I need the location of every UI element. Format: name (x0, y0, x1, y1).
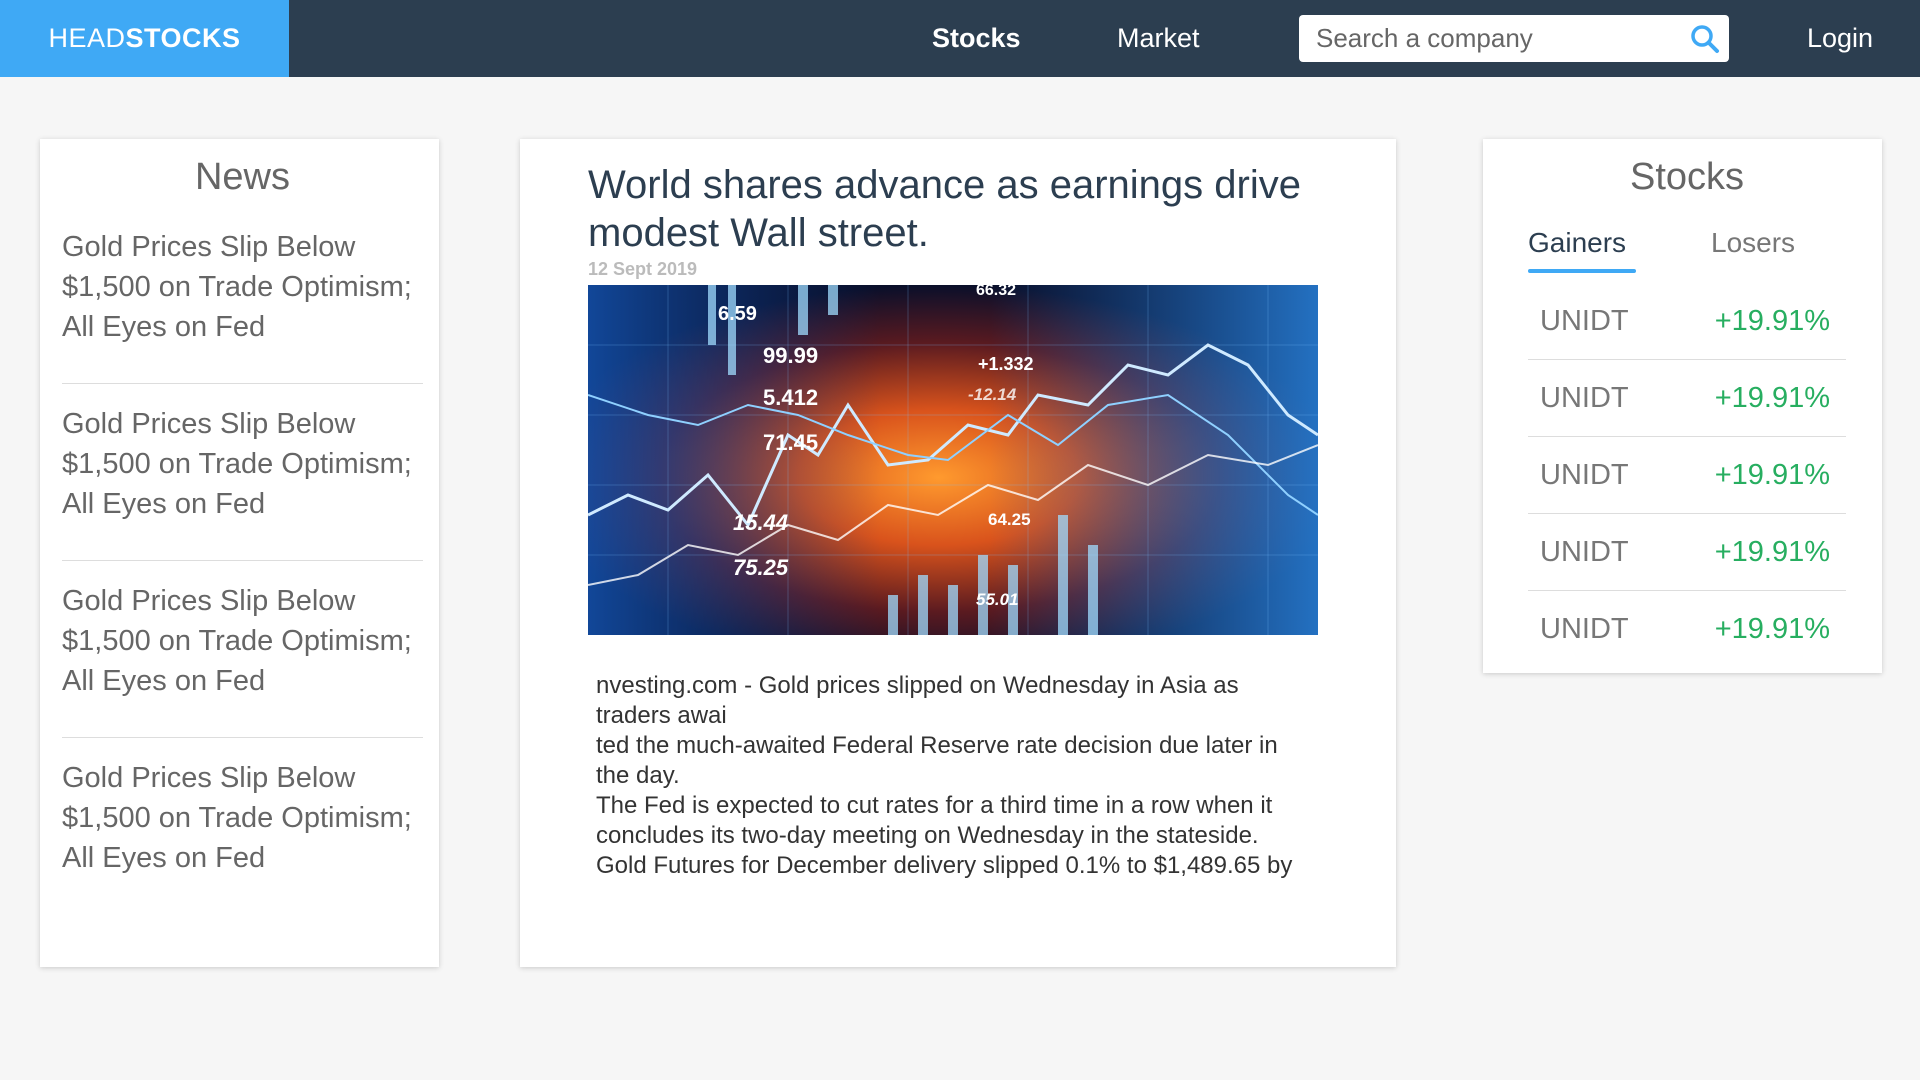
image-label: 15.44 (733, 510, 788, 535)
stock-symbol: UNIDT (1540, 535, 1629, 568)
search-icon[interactable] (1681, 15, 1729, 62)
stock-symbol: UNIDT (1540, 613, 1629, 645)
stock-symbol: UNIDT (1540, 458, 1629, 491)
stock-change: +19.91% (1714, 304, 1830, 337)
stock-symbol: UNIDT (1540, 304, 1629, 337)
stocks-panel-title: Stocks (1629, 156, 1745, 198)
logo-text-light: HEAD (48, 23, 126, 53)
tab-losers[interactable]: Losers (1711, 223, 1795, 273)
image-label: 55.01 (976, 590, 1019, 609)
stocks-panel: Stocks Gainers Losers UNIDT +19.91% UNID… (1483, 139, 1882, 673)
stock-row[interactable]: UNIDT +19.91% (1528, 514, 1846, 591)
image-label: 6.59 (718, 303, 757, 325)
article-date: 12 Sept 2019 (588, 259, 698, 279)
news-list: Gold Prices Slip Below $1,500 on Trade O… (62, 207, 423, 914)
tab-gainers[interactable]: Gainers (1528, 223, 1636, 273)
news-item[interactable]: Gold Prices Slip Below $1,500 on Trade O… (62, 561, 423, 738)
stock-row[interactable]: UNIDT +19.91% (1528, 360, 1846, 437)
image-label: 66.32 (976, 285, 1016, 299)
image-label: +1.332 (978, 354, 1034, 374)
stock-change: +19.91% (1714, 381, 1830, 414)
stock-list: UNIDT +19.91% UNIDT +19.91% UNIDT +19.91… (1528, 283, 1846, 668)
news-item[interactable]: Gold Prices Slip Below $1,500 on Trade O… (62, 738, 423, 914)
top-navbar: HEADSTOCKS Stocks Market Login (0, 0, 1920, 77)
article-image: 6.59 99.99 5.412 71.45 15.44 75.25 +1.33… (588, 285, 1318, 635)
logo-text-bold: STOCKS (125, 23, 241, 53)
search-input[interactable] (1299, 15, 1681, 62)
nav-market-link[interactable]: Market (1117, 0, 1200, 77)
login-link[interactable]: Login (1807, 0, 1873, 77)
image-label: -12.14 (968, 385, 1017, 404)
article-paragraph: The Fed is expected to cut rates for a t… (596, 792, 1273, 849)
news-item[interactable]: Gold Prices Slip Below $1,500 on Trade O… (62, 384, 423, 561)
article-paragraph: ted the much-awaited Federal Reserve rat… (596, 732, 1278, 789)
site-logo[interactable]: HEAD STOCKS (0, 0, 289, 77)
news-panel: News Gold Prices Slip Below $1,500 on Tr… (40, 139, 439, 967)
stock-change: +19.91% (1714, 613, 1830, 645)
stocks-tabs: Gainers Losers (1528, 223, 1846, 273)
news-panel-title: News (194, 156, 291, 198)
search-bar (1299, 15, 1729, 62)
image-label: 64.25 (988, 510, 1031, 529)
stock-change: +19.91% (1714, 535, 1830, 568)
stock-row[interactable]: UNIDT +19.91% (1528, 283, 1846, 360)
article-paragraph: nvesting.com - Gold prices slipped on We… (596, 672, 1239, 729)
article-panel: World shares advance as earnings drive m… (520, 139, 1396, 967)
stock-change: +19.91% (1714, 458, 1830, 491)
nav-stocks-link[interactable]: Stocks (932, 0, 1021, 77)
image-label: 5.412 (763, 385, 818, 410)
article-headline: World shares advance as earnings drive m… (588, 163, 1301, 255)
stock-row[interactable]: UNIDT +19.91% (1528, 591, 1846, 668)
stock-symbol: UNIDT (1540, 381, 1629, 414)
image-label: 99.99 (763, 343, 818, 368)
news-item[interactable]: Gold Prices Slip Below $1,500 on Trade O… (62, 207, 423, 384)
article-paragraph: Gold Futures for December delivery slipp… (596, 852, 1293, 879)
stock-row[interactable]: UNIDT +19.91% (1528, 437, 1846, 514)
image-label: 75.25 (733, 555, 789, 580)
image-label: 71.45 (763, 430, 818, 455)
article-body: nvesting.com - Gold prices slipped on We… (596, 671, 1316, 881)
